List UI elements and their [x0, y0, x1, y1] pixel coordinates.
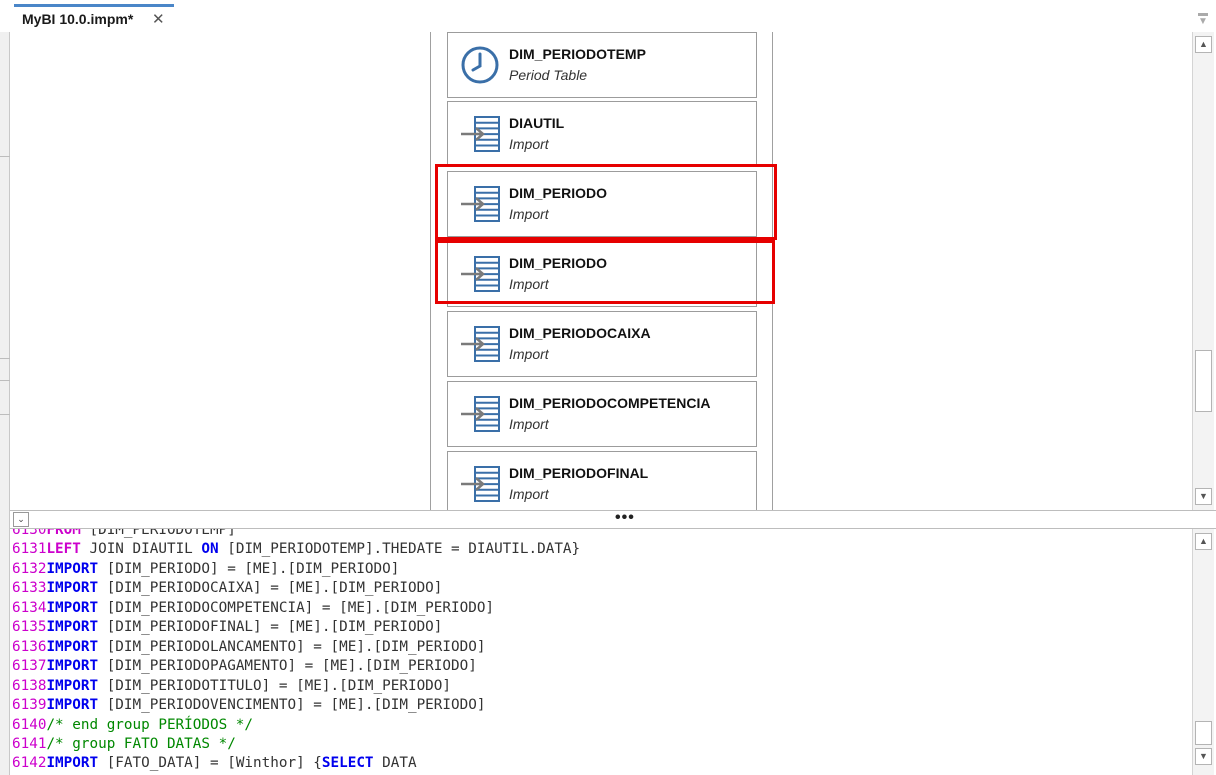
- code-line: 6133IMPORT [DIM_PERIODOCAIXA] = [ME].[DI…: [12, 579, 442, 599]
- table-name: DIM_PERIODOCAIXA: [509, 325, 651, 341]
- code-token: [DIM_PERIODOPAGAMENTO] = [ME].[DIM_PERIO…: [106, 658, 477, 675]
- code-line: 6130FROM [DIM_PERIODOTEMP]: [12, 529, 236, 541]
- import-table-icon: [460, 114, 502, 154]
- tab-bar: MyBI 10.0.impm* ✕ ▬ ▼: [0, 0, 1216, 32]
- table-name: DIAUTIL: [509, 115, 565, 131]
- code-token: IMPORT: [46, 658, 107, 675]
- line-number: 6140: [12, 716, 47, 733]
- tab-title: MyBI 10.0.impm*: [22, 11, 134, 27]
- left-panel-edge: [0, 32, 10, 775]
- table-type: Import: [509, 486, 549, 502]
- splitter-grip-icon[interactable]: •••: [615, 509, 635, 527]
- code-token: IMPORT: [46, 677, 107, 694]
- clock-icon: [460, 45, 502, 85]
- code-line: 6141/* group FATO DATAS */: [12, 735, 236, 755]
- scroll-down-button[interactable]: ▼: [1195, 488, 1212, 505]
- table-type: Import: [509, 416, 549, 432]
- table-card[interactable]: DIM_PERIODOFINAL Import: [447, 451, 757, 510]
- code-line: 6135IMPORT [DIM_PERIODOFINAL] = [ME].[DI…: [12, 618, 442, 638]
- close-icon[interactable]: ✕: [152, 10, 165, 28]
- code-token: /* end group PERÍODOS */: [46, 716, 254, 733]
- line-number: 6134: [12, 599, 47, 616]
- code-token: DIAUTIL: [132, 541, 202, 558]
- line-number: 6132: [12, 560, 47, 577]
- code-token: [DIM_PERIODOCOMPETENCIA] = [ME].[DIM_PER…: [106, 599, 495, 616]
- scroll-up-button[interactable]: ▲: [1195, 36, 1212, 53]
- editor-scrollbar[interactable]: ▲ ▼: [1192, 529, 1214, 775]
- code-token: IMPORT: [46, 638, 107, 655]
- table-name: DIM_PERIODOCOMPETENCIA: [509, 395, 711, 411]
- code-token: [DIM_PERIODOTITULO] = [ME].[DIM_PERIODO]: [106, 677, 452, 694]
- code-token: [FATO_DATA] = [Winthor] {: [106, 755, 322, 772]
- code-token: [DIM_PERIODO] = [ME].[DIM_PERIODO]: [106, 560, 400, 577]
- line-number: 6130: [12, 529, 47, 538]
- code-token: IMPORT: [46, 697, 107, 714]
- scroll-down-button[interactable]: ▼: [1195, 748, 1212, 765]
- line-number: 6136: [12, 638, 47, 655]
- code-line: 6137IMPORT [DIM_PERIODOPAGAMENTO] = [ME]…: [12, 657, 477, 677]
- diagram-scrollbar[interactable]: ▲ ▼: [1192, 32, 1214, 510]
- code-token: JOIN: [89, 541, 133, 558]
- code-line: 6131LEFT JOIN DIAUTIL ON [DIM_PERIODOTEM…: [12, 540, 580, 560]
- highlight-box: [435, 240, 775, 304]
- highlight-box: [435, 164, 777, 240]
- table-name: DIM_PERIODOFINAL: [509, 465, 649, 481]
- table-type: Import: [509, 136, 549, 152]
- line-number: 6139: [12, 697, 47, 714]
- table-card[interactable]: DIM_PERIODOCOMPETENCIA Import: [447, 381, 757, 447]
- code-token: [DIM_PERIODOTEMP]: [89, 529, 236, 538]
- code-token: IMPORT: [46, 619, 107, 636]
- collapse-button[interactable]: ⌄: [13, 512, 29, 527]
- import-table-icon: [460, 324, 502, 364]
- line-number: 6142: [12, 755, 47, 772]
- table-card[interactable]: DIM_PERIODOTEMP Period Table: [447, 32, 757, 98]
- code-token: [DIM_PERIODOLANCAMENTO] = [ME].[DIM_PERI…: [106, 638, 486, 655]
- code-token: [DIM_PERIODOCAIXA] = [ME].[DIM_PERIODO]: [106, 580, 443, 597]
- scroll-up-button[interactable]: ▲: [1195, 533, 1212, 550]
- code-token: IMPORT: [46, 755, 107, 772]
- table-type: Period Table: [509, 67, 588, 83]
- tab-mybi-file[interactable]: MyBI 10.0.impm* ✕: [14, 4, 174, 32]
- line-number: 6135: [12, 619, 47, 636]
- code-token: ON: [201, 541, 228, 558]
- code-token: /* group FATO DATAS */: [46, 735, 236, 752]
- line-number: 6133: [12, 580, 47, 597]
- line-number: 6141: [12, 735, 47, 752]
- import-table-icon: [460, 394, 502, 434]
- code-token: [DIM_PERIODOVENCIMENTO] = [ME].[DIM_PERI…: [106, 697, 486, 714]
- line-number: 6138: [12, 677, 47, 694]
- code-token: LEFT: [46, 541, 90, 558]
- table-name: DIM_PERIODOTEMP: [509, 46, 646, 62]
- code-token: IMPORT: [46, 560, 107, 577]
- tab-list-menu-icon[interactable]: ▬ ▼: [1198, 9, 1208, 27]
- code-line: 6132IMPORT [DIM_PERIODO] = [ME].[DIM_PER…: [12, 560, 399, 580]
- code-token: IMPORT: [46, 580, 107, 597]
- pane-splitter[interactable]: ⌄ •••: [10, 509, 1216, 529]
- code-line: 6140/* end group PERÍODOS */: [12, 716, 253, 736]
- line-number: 6131: [12, 541, 47, 558]
- table-card[interactable]: DIAUTIL Import: [447, 101, 757, 167]
- code-token: IMPORT: [46, 599, 107, 616]
- line-number: 6137: [12, 658, 47, 675]
- table-card[interactable]: DIM_PERIODOCAIXA Import: [447, 311, 757, 377]
- code-token: [DIM_PERIODOTEMP].THEDATE = DIAUTIL.DATA…: [227, 541, 581, 558]
- scroll-thumb[interactable]: [1195, 721, 1212, 745]
- code-token: FROM: [46, 529, 90, 538]
- scroll-thumb[interactable]: [1195, 350, 1212, 412]
- code-token: DATA: [382, 755, 417, 772]
- import-table-icon: [460, 464, 502, 504]
- diagram-view[interactable]: DIM_PERIODOTEMP Period Table DIAUTIL Import…: [10, 32, 1192, 510]
- code-token: SELECT: [321, 755, 383, 772]
- code-line: 6138IMPORT [DIM_PERIODOTITULO] = [ME].[D…: [12, 677, 451, 697]
- code-line: 6139IMPORT [DIM_PERIODOVENCIMENTO] = [ME…: [12, 696, 485, 716]
- code-editor[interactable]: 6130FROM [DIM_PERIODOTEMP] 6131LEFT JOIN …: [10, 529, 1192, 775]
- code-line: 6134IMPORT [DIM_PERIODOCOMPETENCIA] = [M…: [12, 599, 494, 619]
- code-token: [DIM_PERIODOFINAL] = [ME].[DIM_PERIODO]: [106, 619, 443, 636]
- table-type: Import: [509, 346, 549, 362]
- code-line: 6136IMPORT [DIM_PERIODOLANCAMENTO] = [ME…: [12, 638, 485, 658]
- code-line: 6142IMPORT [FATO_DATA] = [Winthor] {SELE…: [12, 754, 417, 774]
